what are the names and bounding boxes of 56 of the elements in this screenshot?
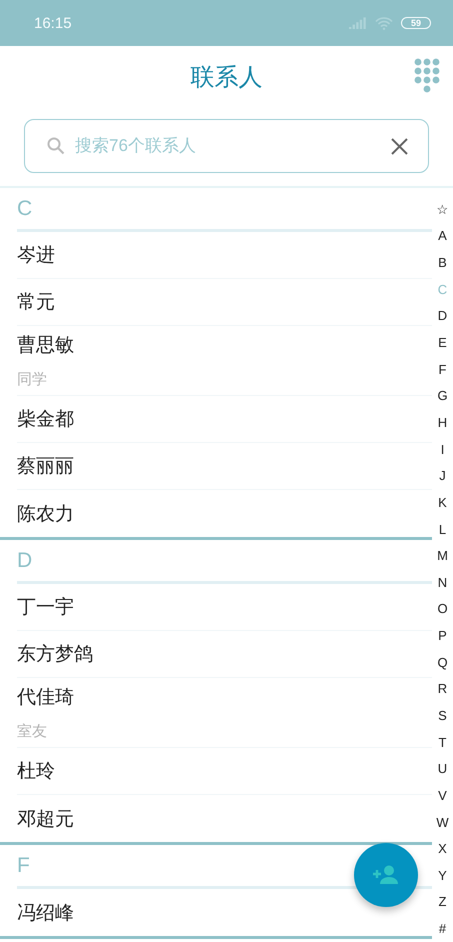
- index-letter[interactable]: Y: [438, 862, 447, 889]
- index-letter[interactable]: N: [438, 568, 448, 596]
- section-letter: C: [17, 196, 32, 220]
- index-letter[interactable]: X: [438, 835, 447, 862]
- contact-note: 同学: [17, 370, 48, 389]
- contact-name[interactable]: 丁一宇: [17, 594, 432, 620]
- index-letter[interactable]: V: [438, 782, 447, 809]
- contact-name[interactable]: 常元: [17, 289, 432, 315]
- index-letter[interactable]: T: [438, 728, 446, 756]
- contact-name[interactable]: 岑进: [17, 242, 432, 268]
- index-letter[interactable]: R: [438, 676, 448, 702]
- contact-name[interactable]: 邓超元: [17, 806, 432, 832]
- contact-name[interactable]: 陈农力: [17, 500, 432, 526]
- index-letter[interactable]: J: [439, 462, 446, 490]
- index-letter[interactable]: Z: [438, 888, 446, 916]
- page-title: 联系人: [190, 62, 262, 93]
- index-letter[interactable]: M: [437, 542, 448, 569]
- contact-note: 室友: [17, 722, 48, 741]
- index-letter[interactable]: Q: [437, 648, 448, 676]
- status-time: 16:15: [34, 14, 72, 32]
- index-letter[interactable]: H: [438, 409, 448, 436]
- index-letter[interactable]: G: [437, 382, 448, 410]
- contact-name[interactable]: 代佳琦: [17, 684, 432, 710]
- index-letter[interactable]: F: [438, 356, 446, 382]
- index-letter[interactable]: U: [438, 755, 448, 782]
- add-contact-button[interactable]: [354, 843, 418, 907]
- search-icon: [47, 137, 65, 155]
- contact-name[interactable]: 蔡丽丽: [17, 453, 432, 479]
- search-bar[interactable]: 搜索76个联系人: [24, 119, 429, 173]
- contact-name[interactable]: 杜玲: [17, 758, 432, 784]
- index-letter[interactable]: E: [438, 329, 447, 356]
- contact-name[interactable]: 曹思敏: [17, 332, 432, 358]
- index-letter[interactable]: K: [438, 489, 447, 516]
- index-letter[interactable]: W: [436, 808, 449, 836]
- search-field[interactable]: 搜索76个联系人: [73, 135, 383, 157]
- index-letter[interactable]: L: [438, 516, 446, 542]
- contact-name[interactable]: 柴金都: [17, 406, 432, 432]
- battery-level: 59: [400, 17, 431, 29]
- index-letter[interactable]: S: [438, 702, 447, 729]
- contact-name[interactable]: 东方梦鸽: [17, 641, 432, 667]
- wifi-icon: [374, 16, 393, 30]
- index-letter[interactable]: B: [438, 249, 447, 276]
- index-letter[interactable]: P: [438, 622, 447, 649]
- index-letter[interactable]: A: [438, 222, 447, 250]
- add-person-icon: [372, 865, 400, 885]
- index-letter[interactable]: #: [438, 915, 446, 942]
- section-letter: D: [17, 548, 32, 572]
- section-letter: F: [17, 854, 30, 878]
- contact-name[interactable]: 冯绍峰: [17, 900, 432, 926]
- signal-icon: [348, 17, 367, 29]
- close-icon[interactable]: [391, 138, 408, 154]
- index-letter[interactable]: I: [440, 436, 444, 462]
- index-letter[interactable]: ☆: [436, 196, 448, 223]
- index-letter[interactable]: D: [438, 302, 448, 330]
- dialpad-icon[interactable]: [414, 58, 440, 94]
- index-letter[interactable]: O: [437, 596, 448, 622]
